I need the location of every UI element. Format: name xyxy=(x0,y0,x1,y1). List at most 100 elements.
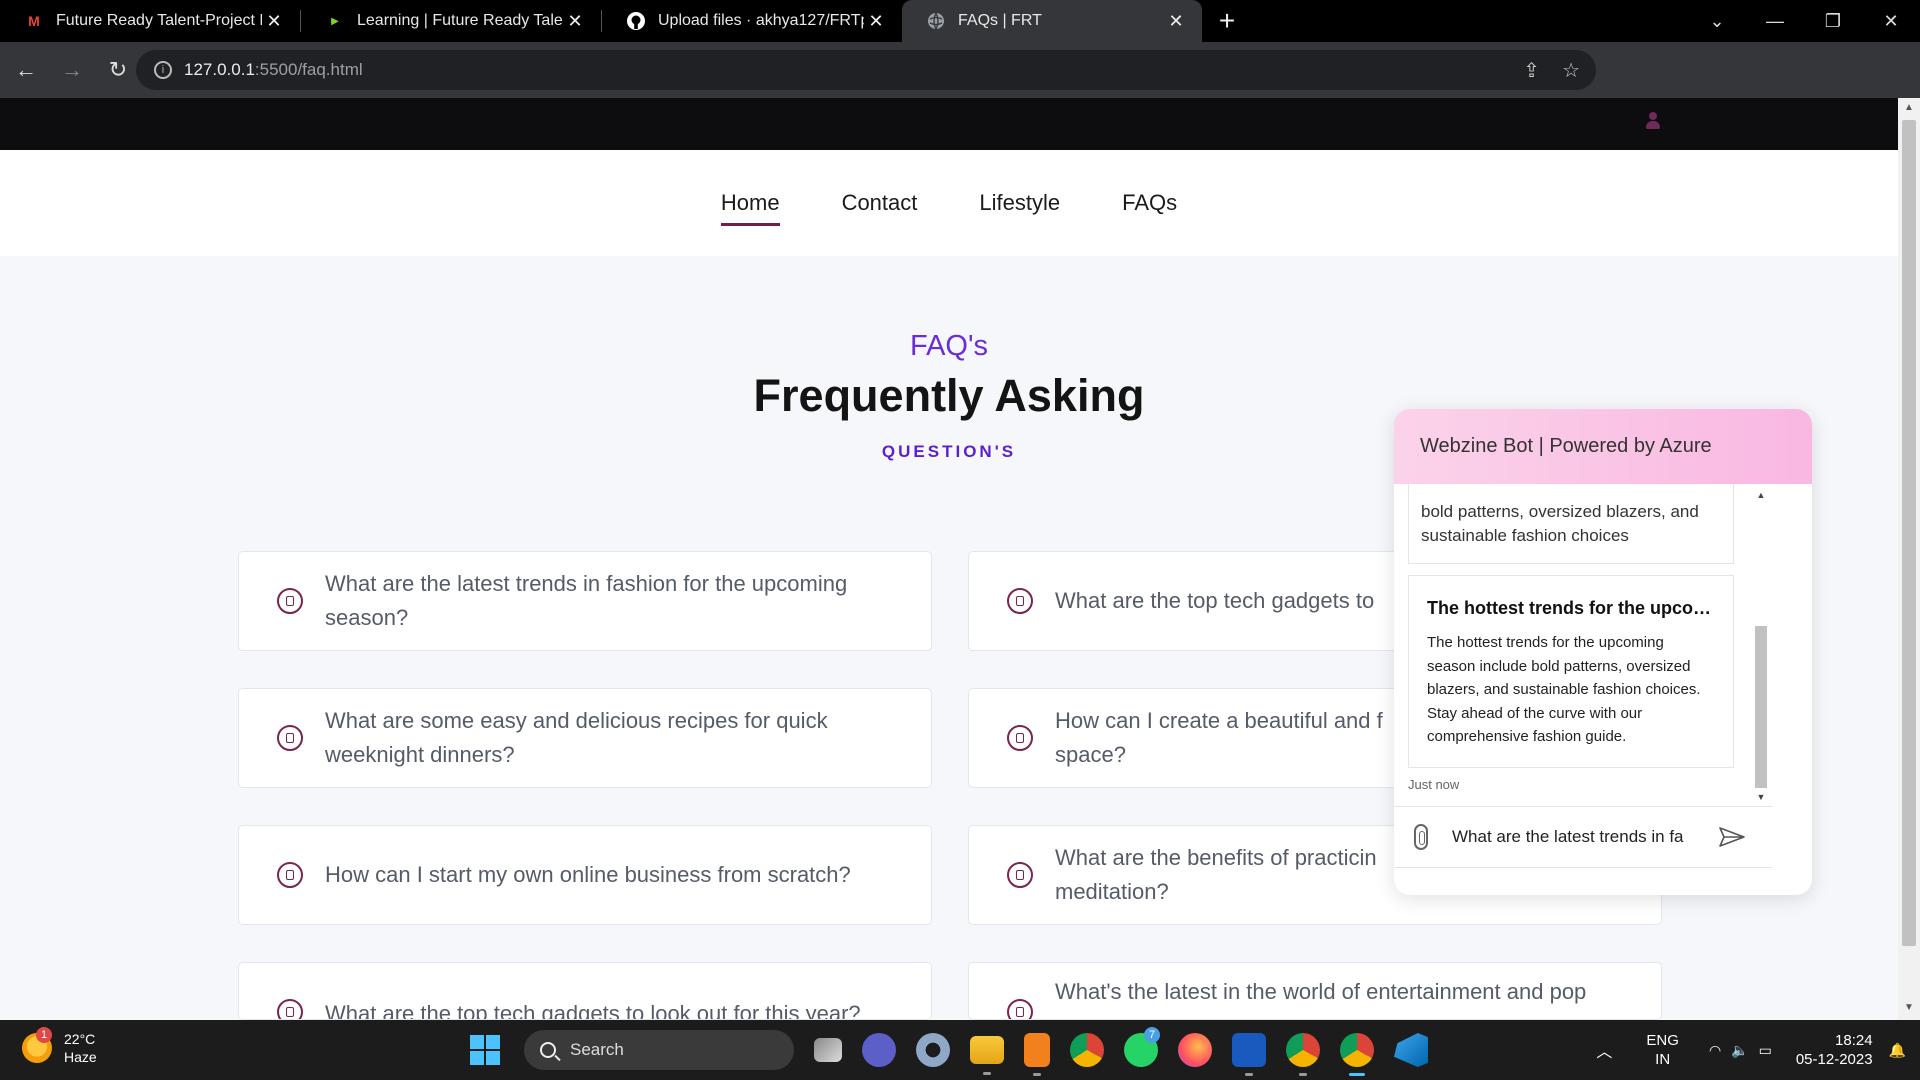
weather-temp: 22°C xyxy=(64,1031,96,1047)
faq-question: What's the latest in the world of entert… xyxy=(1055,979,1587,1004)
tab-github[interactable]: Upload files · akhya127/FRTproje ✕ xyxy=(602,0,902,42)
page-scrollbar[interactable]: ▲ ▼ xyxy=(1898,98,1920,1020)
faq-item[interactable]: What are some easy and delicious recipes… xyxy=(238,688,932,788)
minimize-icon[interactable]: — xyxy=(1746,11,1804,32)
user-icon[interactable] xyxy=(1646,112,1660,130)
notification-bell-icon[interactable]: 🔔 xyxy=(1889,1042,1906,1059)
chrome-active-icon[interactable] xyxy=(1340,1033,1374,1076)
faq-item[interactable]: What's the latest in the world of entert… xyxy=(968,962,1662,1020)
question-icon xyxy=(277,999,303,1019)
bot-card-body: The hottest trends for the upcoming seas… xyxy=(1427,634,1701,745)
question-icon xyxy=(1007,862,1033,888)
omnibox[interactable]: i 127.0.0.1:5500/faq.html ⇪ ☆ xyxy=(136,50,1596,90)
scroll-down-icon[interactable]: ▼ xyxy=(1753,792,1769,802)
bot-card-title: The hottest trends for the upcoming seas… xyxy=(1427,598,1715,618)
nav-lifestyle[interactable]: Lifestyle xyxy=(979,190,1060,216)
nav-home[interactable]: Home xyxy=(720,190,780,226)
browser-tab-bar: M Future Ready Talent-Project Eval ✕ ▶ L… xyxy=(0,0,1920,42)
whatsapp-icon[interactable]: 7 xyxy=(1124,1027,1160,1067)
chrome-profile-icon[interactable] xyxy=(1286,1033,1320,1076)
faq-item[interactable]: What are the top tech gadgets to look ou… xyxy=(238,962,932,1020)
restore-icon[interactable]: ❐ xyxy=(1804,11,1862,32)
faq-kicker: FAQ's xyxy=(909,330,989,362)
office-app-icon[interactable] xyxy=(1024,1033,1050,1076)
weather-condition: Haze xyxy=(64,1049,97,1065)
teams-chat-icon[interactable] xyxy=(862,1033,896,1067)
window-controls: ⌄ — ❐ ✕ xyxy=(1688,0,1920,42)
github-icon xyxy=(626,11,646,31)
nav-contact[interactable]: Contact xyxy=(842,190,918,216)
word-icon[interactable] xyxy=(1232,1033,1266,1076)
tab-title: Upload files · akhya127/FRTproje xyxy=(658,12,864,29)
back-arrow-icon[interactable]: ← xyxy=(6,57,46,83)
system-tray: ︿ ENG IN ◠ 🔈 ▭ 18:24 05-12-2023 🔔 xyxy=(1596,1020,1920,1080)
chat-widget: Webzine Bot | Powered by Azure bold patt… xyxy=(1394,409,1812,895)
notification-badge: 1 xyxy=(36,1027,52,1043)
new-tab-button[interactable]: + xyxy=(1202,0,1252,42)
tab-learning[interactable]: ▶ Learning | Future Ready Talent ✕ xyxy=(301,0,601,42)
site-topbar xyxy=(0,98,1898,150)
chat-input-bar xyxy=(1394,806,1772,868)
site-navigation: Home Contact Lifestyle FAQs xyxy=(0,150,1898,256)
settings-gear-icon[interactable] xyxy=(916,1033,950,1067)
wifi-icon[interactable]: ◠ xyxy=(1709,1042,1721,1059)
faq-question: How can I create a beautiful and f space… xyxy=(1055,708,1383,767)
question-icon xyxy=(1007,588,1033,614)
windows-taskbar: 1 22°C Haze Search 7 ︿ ENG IN ◠ 🔈 ▭ 18:2… xyxy=(0,1020,1920,1080)
clock-date: 05-12-2023 xyxy=(1795,1051,1873,1068)
faq-item[interactable]: How can I start my own online business f… xyxy=(238,825,932,925)
volume-icon[interactable]: 🔈 xyxy=(1731,1042,1748,1059)
tab-search-chevron-icon[interactable]: ⌄ xyxy=(1688,11,1746,32)
tab-gmail[interactable]: M Future Ready Talent-Project Eval ✕ xyxy=(0,0,300,42)
globe-icon xyxy=(926,11,946,31)
chat-messages: bold patterns, oversized blazers, and su… xyxy=(1394,484,1772,824)
question-icon xyxy=(1007,725,1033,751)
windows-start-icon[interactable] xyxy=(470,1035,500,1065)
bookmark-star-icon[interactable]: ☆ xyxy=(1562,58,1580,83)
scroll-down-icon[interactable]: ▼ xyxy=(1898,1002,1920,1013)
question-icon xyxy=(277,725,303,751)
chat-message-input[interactable] xyxy=(1452,827,1710,847)
forward-arrow-icon[interactable]: → xyxy=(52,57,92,83)
media-play-icon: ▶ xyxy=(331,15,339,27)
faq-item[interactable]: What are the latest trends in fashion fo… xyxy=(238,551,932,651)
close-icon[interactable]: ✕ xyxy=(262,11,286,32)
faq-question: What are the latest trends in fashion fo… xyxy=(325,571,848,630)
share-icon[interactable]: ⇪ xyxy=(1523,58,1540,83)
close-icon[interactable]: ✕ xyxy=(864,11,888,32)
clock[interactable]: 18:24 05-12-2023 xyxy=(1796,1031,1873,1069)
weather-widget[interactable]: 1 22°C Haze xyxy=(22,1027,97,1066)
file-explorer-icon[interactable] xyxy=(970,1036,1004,1075)
scrollbar-thumb[interactable] xyxy=(1755,626,1767,788)
close-icon[interactable]: ✕ xyxy=(1164,11,1188,32)
chat-scrollbar[interactable]: ▲ ▼ xyxy=(1753,486,1769,806)
tab-title: Learning | Future Ready Talent xyxy=(357,12,563,29)
firefox-icon[interactable] xyxy=(1178,1033,1212,1067)
language-indicator[interactable]: ENG IN xyxy=(1646,1031,1679,1069)
question-icon xyxy=(1007,999,1033,1019)
site-info-icon[interactable]: i xyxy=(154,61,172,79)
close-icon[interactable]: ✕ xyxy=(563,11,587,32)
window-close-icon[interactable]: ✕ xyxy=(1862,11,1920,32)
scrollbar-thumb[interactable] xyxy=(1902,120,1916,946)
vscode-icon[interactable] xyxy=(1394,1033,1428,1067)
faq-question: What are the top tech gadgets to xyxy=(1055,588,1375,613)
url-host: 127.0.0.1 xyxy=(184,60,255,79)
task-view-icon[interactable] xyxy=(814,1038,842,1062)
scroll-up-icon[interactable]: ▲ xyxy=(1753,490,1769,500)
language-code: ENG xyxy=(1646,1032,1679,1049)
send-icon[interactable] xyxy=(1718,826,1746,848)
nav-faqs[interactable]: FAQs xyxy=(1122,190,1177,216)
scroll-up-icon[interactable]: ▲ xyxy=(1898,102,1920,113)
chevron-up-icon[interactable]: ︿ xyxy=(1596,1038,1612,1062)
attachment-icon[interactable] xyxy=(1414,824,1428,850)
bot-card: The hottest trends for the upcoming seas… xyxy=(1408,575,1734,768)
url-path: :5500/faq.html xyxy=(254,60,363,79)
tab-faqs[interactable]: FAQs | FRT ✕ xyxy=(902,0,1202,42)
reload-icon[interactable]: ↻ xyxy=(98,57,138,83)
battery-icon[interactable]: ▭ xyxy=(1759,1042,1772,1059)
taskbar-search[interactable]: Search xyxy=(524,1030,794,1070)
chrome-icon[interactable] xyxy=(1070,1033,1104,1067)
faq-question: What are the top tech gadgets to look ou… xyxy=(325,1001,861,1020)
question-icon xyxy=(277,588,303,614)
